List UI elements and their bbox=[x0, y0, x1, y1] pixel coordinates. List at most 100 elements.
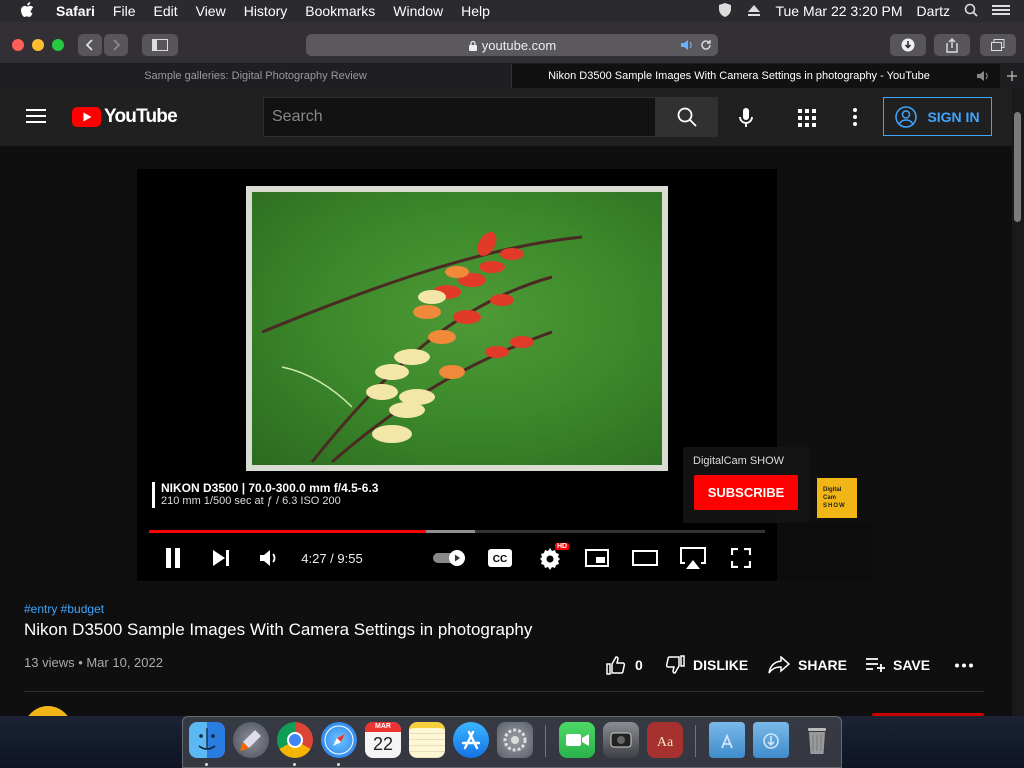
dictionary-icon[interactable]: Aa bbox=[647, 722, 683, 758]
trash-icon[interactable] bbox=[799, 722, 835, 758]
photo-exif-overlay: NIKON D3500 | 70.0-300.0 mm f/4.5-6.3 21… bbox=[152, 482, 378, 508]
search-button[interactable] bbox=[656, 97, 718, 137]
screenshot-icon[interactable] bbox=[603, 722, 639, 758]
applications-folder-icon[interactable] bbox=[709, 722, 745, 758]
privacy-shield-icon[interactable] bbox=[717, 2, 733, 21]
minimize-window-button[interactable] bbox=[32, 39, 44, 51]
back-button[interactable] bbox=[78, 34, 102, 56]
more-actions-button[interactable] bbox=[955, 646, 973, 684]
fullscreen-button[interactable] bbox=[727, 535, 755, 581]
share-button[interactable] bbox=[934, 34, 970, 56]
menubar-user[interactable]: Dartz bbox=[917, 3, 950, 19]
menu-history[interactable]: History bbox=[244, 3, 288, 19]
tab-audio-icon[interactable] bbox=[976, 70, 992, 82]
pause-button[interactable] bbox=[159, 535, 187, 581]
menu-bookmarks[interactable]: Bookmarks bbox=[305, 3, 375, 19]
apps-grid-icon[interactable] bbox=[798, 109, 816, 132]
facetime-icon[interactable] bbox=[559, 722, 595, 758]
menubar-clock[interactable]: Tue Mar 22 3:20 PM bbox=[775, 3, 902, 19]
sign-in-button[interactable]: SIGN IN bbox=[883, 97, 992, 136]
volume-button[interactable] bbox=[255, 535, 283, 581]
settings-button[interactable]: HD bbox=[535, 535, 570, 581]
menu-safari[interactable]: Safari bbox=[56, 3, 95, 19]
account-circle-icon bbox=[895, 105, 918, 128]
more-vertical-icon[interactable] bbox=[852, 108, 858, 131]
tab-overview-button[interactable] bbox=[980, 34, 1016, 56]
exif-settings: 210 mm 1/500 sec at ƒ / 6.3 ISO 200 bbox=[161, 495, 341, 507]
menu-help[interactable]: Help bbox=[461, 3, 490, 19]
svg-text:CC: CC bbox=[493, 554, 507, 565]
menu-view[interactable]: View bbox=[196, 3, 226, 19]
share-icon bbox=[946, 37, 958, 53]
youtube-logo[interactable]: YouTube bbox=[72, 106, 178, 128]
sidebar-toggle-button[interactable] bbox=[142, 34, 178, 56]
dock-separator bbox=[695, 725, 696, 757]
share-arrow-icon bbox=[768, 656, 790, 674]
channel-endscreen-card[interactable]: DigitalCam SHOW SUBSCRIBE bbox=[683, 447, 809, 523]
theater-mode-button[interactable] bbox=[631, 535, 659, 581]
share-video-button[interactable]: SHARE bbox=[768, 646, 847, 684]
downloads-folder-icon[interactable] bbox=[753, 722, 789, 758]
airplay-button[interactable] bbox=[677, 535, 709, 581]
address-bar[interactable]: youtube.com bbox=[306, 34, 718, 56]
thumb-text-line: Cam bbox=[823, 495, 837, 501]
share-label: SHARE bbox=[798, 657, 848, 673]
finder-icon[interactable] bbox=[189, 722, 225, 758]
chevron-left-icon bbox=[85, 39, 93, 51]
tab-youtube[interactable]: Nikon D3500 Sample Images With Camera Se… bbox=[512, 64, 1000, 88]
subscribe-label: SUBSCRIBE bbox=[707, 485, 785, 500]
control-center-icon[interactable] bbox=[992, 3, 1010, 20]
scrollbar-thumb[interactable] bbox=[1014, 112, 1021, 222]
launchpad-icon[interactable] bbox=[233, 722, 269, 758]
apple-menu-icon[interactable] bbox=[20, 1, 38, 21]
safari-icon[interactable] bbox=[321, 722, 357, 758]
reload-icon[interactable] bbox=[700, 39, 712, 51]
macos-menubar: Safari File Edit View History Bookmarks … bbox=[0, 0, 1024, 22]
dock-separator bbox=[545, 725, 546, 757]
like-button[interactable]: 0 bbox=[606, 646, 643, 684]
captions-button[interactable]: CC bbox=[487, 535, 513, 581]
video-player[interactable]: NIKON D3500 | 70.0-300.0 mm f/4.5-6.3 21… bbox=[137, 169, 857, 581]
plus-icon bbox=[1007, 71, 1017, 81]
hamburger-menu-icon[interactable] bbox=[26, 108, 46, 129]
speaker-active-icon[interactable] bbox=[680, 39, 694, 51]
search-input[interactable]: Search bbox=[263, 97, 656, 137]
menu-window[interactable]: Window bbox=[393, 3, 443, 19]
dislike-button[interactable]: DISLIKE bbox=[665, 646, 748, 684]
eject-icon[interactable] bbox=[747, 3, 761, 20]
app-store-icon[interactable] bbox=[453, 722, 489, 758]
downloads-button[interactable] bbox=[890, 34, 926, 56]
system-preferences-icon[interactable] bbox=[497, 722, 533, 758]
fullscreen-icon bbox=[731, 548, 751, 568]
zoom-window-button[interactable] bbox=[52, 39, 64, 51]
sign-in-label: SIGN IN bbox=[927, 108, 980, 125]
close-window-button[interactable] bbox=[12, 39, 24, 51]
notes-icon[interactable] bbox=[409, 722, 445, 758]
chrome-icon[interactable] bbox=[277, 722, 313, 758]
new-tab-button[interactable] bbox=[1000, 64, 1024, 88]
volume-icon bbox=[260, 550, 276, 566]
spotlight-icon[interactable] bbox=[964, 3, 978, 20]
forward-button[interactable] bbox=[104, 34, 128, 56]
subscribe-button[interactable]: SUBSCRIBE bbox=[694, 475, 798, 510]
miniplayer-button[interactable] bbox=[583, 535, 611, 581]
microphone-icon[interactable] bbox=[738, 107, 754, 134]
video-progress-bar[interactable] bbox=[149, 530, 765, 533]
next-video-button[interactable] bbox=[207, 535, 235, 581]
calendar-icon[interactable]: MAR 22 bbox=[365, 722, 401, 758]
channel-avatar[interactable] bbox=[24, 706, 72, 716]
playlist-add-icon bbox=[866, 658, 885, 672]
page-scrollbar[interactable] bbox=[1012, 88, 1024, 716]
calendar-month: MAR bbox=[365, 722, 401, 732]
menu-edit[interactable]: Edit bbox=[153, 3, 177, 19]
autoplay-toggle[interactable] bbox=[433, 535, 467, 581]
tab-dpreview[interactable]: Sample galleries: Digital Photography Re… bbox=[0, 64, 512, 88]
video-views-date: 13 views • Mar 10, 2022 bbox=[24, 655, 163, 670]
save-to-playlist-button[interactable]: SAVE bbox=[865, 646, 930, 684]
menu-file[interactable]: File bbox=[113, 3, 136, 19]
channel-thumbnail[interactable]: Digital Cam SHOW bbox=[817, 478, 857, 518]
video-hashtags[interactable]: #entry #budget bbox=[24, 602, 104, 616]
thumb-text-line: SHOW bbox=[823, 503, 846, 509]
video-title: Nikon D3500 Sample Images With Camera Se… bbox=[24, 620, 533, 639]
closed-captions-icon: CC bbox=[488, 549, 512, 567]
